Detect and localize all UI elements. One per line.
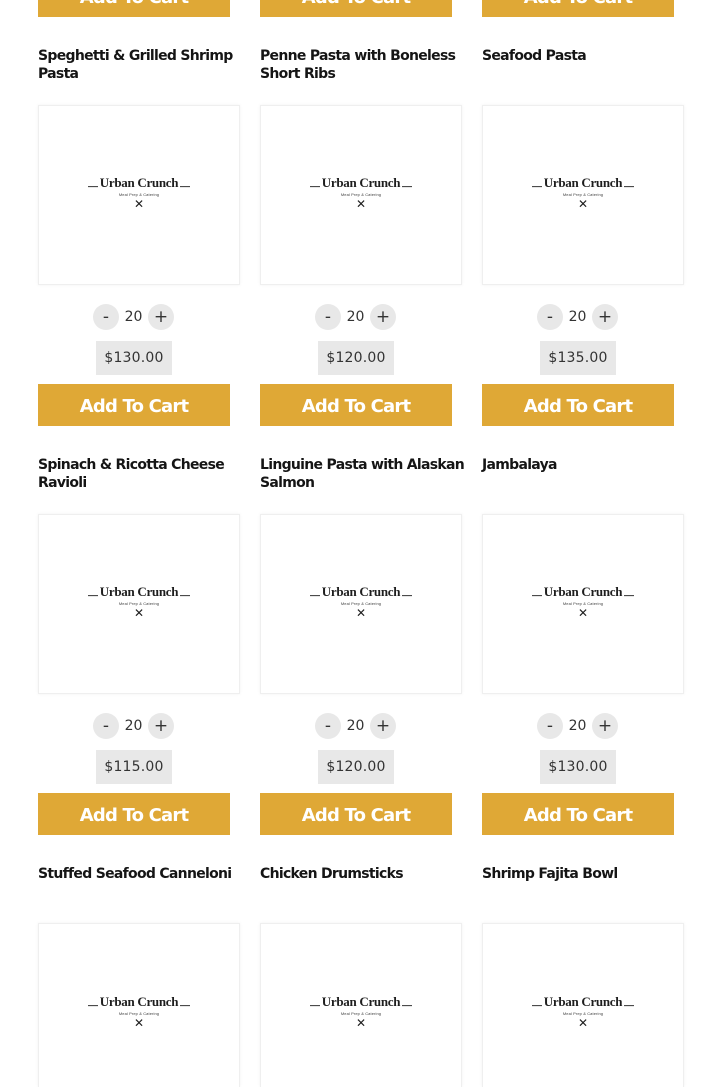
quantity-stepper: - + xyxy=(260,713,452,739)
increase-quantity-button[interactable]: + xyxy=(592,713,618,739)
product-title[interactable]: Spinach & Ricotta Cheese Ravioli xyxy=(38,456,248,492)
product-title[interactable]: Jambalaya xyxy=(482,456,692,474)
brand-logo: Urban Crunch Meal Prep & Catering ✕ xyxy=(301,993,421,1029)
fork-knife-icon: ✕ xyxy=(355,197,367,212)
fork-knife-icon: ✕ xyxy=(133,197,145,212)
product-grid: Add To Cart Add To Cart Add To Cart Speg… xyxy=(0,0,710,1087)
brand-logo: Urban Crunch Meal Prep & Catering ✕ xyxy=(523,993,643,1029)
product-image[interactable]: Urban Crunch Meal Prep & Catering ✕ xyxy=(482,923,684,1087)
product-title[interactable]: Penne Pasta with Boneless Short Ribs xyxy=(260,47,470,83)
product-image[interactable]: Urban Crunch Meal Prep & Catering ✕ xyxy=(482,514,684,694)
product-title[interactable]: Stuffed Seafood Canneloni xyxy=(38,865,248,883)
quantity-input[interactable] xyxy=(119,714,148,738)
add-to-cart-button[interactable]: Add To Cart xyxy=(260,793,452,835)
increase-quantity-button[interactable]: + xyxy=(370,713,396,739)
product-image[interactable]: Urban Crunch Meal Prep & Catering ✕ xyxy=(38,514,240,694)
add-to-cart-button[interactable]: Add To Cart xyxy=(482,384,674,426)
decrease-quantity-button[interactable]: - xyxy=(315,304,341,330)
increase-quantity-button[interactable]: + xyxy=(370,304,396,330)
increase-quantity-button[interactable]: + xyxy=(148,713,174,739)
fork-knife-icon: ✕ xyxy=(577,197,589,212)
price-display: $130.00 xyxy=(96,341,172,375)
quantity-input[interactable] xyxy=(341,305,370,329)
product-image[interactable]: Urban Crunch Meal Prep & Catering ✕ xyxy=(260,105,462,285)
quantity-input[interactable] xyxy=(119,305,148,329)
add-to-cart-button[interactable]: Add To Cart xyxy=(260,0,452,17)
quantity-stepper: - + xyxy=(482,304,674,330)
price-display: $135.00 xyxy=(540,341,616,375)
quantity-stepper: - + xyxy=(260,304,452,330)
brand-logo: Urban Crunch Meal Prep & Catering ✕ xyxy=(301,174,421,210)
product-title[interactable]: Chicken Drumsticks xyxy=(260,865,470,883)
quantity-stepper: - + xyxy=(38,304,230,330)
decrease-quantity-button[interactable]: - xyxy=(315,713,341,739)
price-display: $120.00 xyxy=(318,341,394,375)
product-title[interactable]: Shrimp Fajita Bowl xyxy=(482,865,692,883)
fork-knife-icon: ✕ xyxy=(133,1016,145,1031)
product-image[interactable]: Urban Crunch Meal Prep & Catering ✕ xyxy=(38,105,240,285)
add-to-cart-button[interactable]: Add To Cart xyxy=(38,793,230,835)
add-to-cart-button[interactable]: Add To Cart xyxy=(260,384,452,426)
decrease-quantity-button[interactable]: - xyxy=(93,304,119,330)
fork-knife-icon: ✕ xyxy=(577,1016,589,1031)
fork-knife-icon: ✕ xyxy=(355,606,367,621)
increase-quantity-button[interactable]: + xyxy=(148,304,174,330)
fork-knife-icon: ✕ xyxy=(355,1016,367,1031)
quantity-input[interactable] xyxy=(341,714,370,738)
price-display: $120.00 xyxy=(318,750,394,784)
brand-logo: Urban Crunch Meal Prep & Catering ✕ xyxy=(301,583,421,619)
decrease-quantity-button[interactable]: - xyxy=(537,304,563,330)
brand-logo: Urban Crunch Meal Prep & Catering ✕ xyxy=(523,174,643,210)
product-image[interactable]: Urban Crunch Meal Prep & Catering ✕ xyxy=(38,923,240,1087)
product-title[interactable]: Seafood Pasta xyxy=(482,47,692,65)
fork-knife-icon: ✕ xyxy=(133,606,145,621)
add-to-cart-button[interactable]: Add To Cart xyxy=(482,0,674,17)
brand-logo: Urban Crunch Meal Prep & Catering ✕ xyxy=(79,174,199,210)
price-display: $130.00 xyxy=(540,750,616,784)
product-image[interactable]: Urban Crunch Meal Prep & Catering ✕ xyxy=(482,105,684,285)
product-title[interactable]: Linguine Pasta with Alaskan Salmon xyxy=(260,456,470,492)
decrease-quantity-button[interactable]: - xyxy=(93,713,119,739)
quantity-stepper: - + xyxy=(38,713,230,739)
quantity-stepper: - + xyxy=(482,713,674,739)
add-to-cart-button[interactable]: Add To Cart xyxy=(38,384,230,426)
decrease-quantity-button[interactable]: - xyxy=(537,713,563,739)
fork-knife-icon: ✕ xyxy=(577,606,589,621)
brand-logo: Urban Crunch Meal Prep & Catering ✕ xyxy=(79,583,199,619)
brand-logo: Urban Crunch Meal Prep & Catering ✕ xyxy=(523,583,643,619)
add-to-cart-button[interactable]: Add To Cart xyxy=(38,0,230,17)
add-to-cart-button[interactable]: Add To Cart xyxy=(482,793,674,835)
brand-logo: Urban Crunch Meal Prep & Catering ✕ xyxy=(79,993,199,1029)
quantity-input[interactable] xyxy=(563,305,592,329)
product-image[interactable]: Urban Crunch Meal Prep & Catering ✕ xyxy=(260,514,462,694)
quantity-input[interactable] xyxy=(563,714,592,738)
product-title[interactable]: Speghetti & Grilled Shrimp Pasta xyxy=(38,47,248,83)
increase-quantity-button[interactable]: + xyxy=(592,304,618,330)
product-image[interactable]: Urban Crunch Meal Prep & Catering ✕ xyxy=(260,923,462,1087)
price-display: $115.00 xyxy=(96,750,172,784)
